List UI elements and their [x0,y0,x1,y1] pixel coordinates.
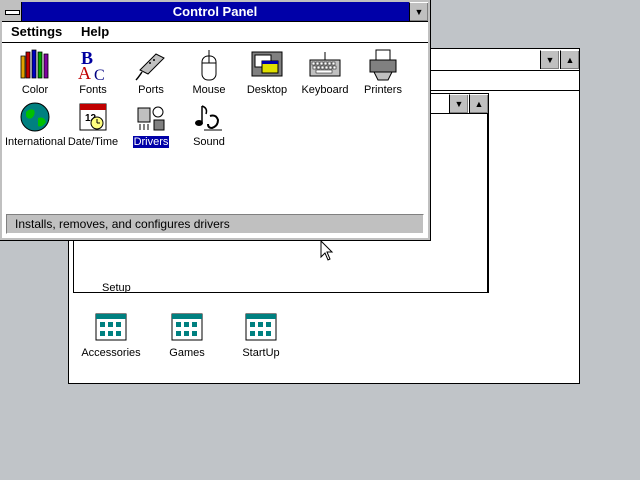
control-panel-window: Control Panel ▼ Settings Help Color B A … [0,0,431,241]
group-icon-startup[interactable]: StartUp [221,313,301,359]
cpl-item-label: Date/Time [67,136,119,148]
cpl-item-ports[interactable]: Ports [120,48,182,96]
minimize-button[interactable]: ▼ [540,50,559,69]
fonts-icon: B A C [78,48,105,82]
keyboard-icon [309,52,341,77]
desktop-icon [251,51,283,77]
cpl-item-datetime[interactable]: 12 Date/Time [62,100,124,148]
cpl-item-color[interactable]: Color [4,48,66,96]
setup-label[interactable]: Setup [102,282,131,293]
cpl-item-label: International [5,136,66,148]
cpl-item-keyboard[interactable]: Keyboard [294,48,356,96]
cpl-item-desktop[interactable]: Desktop [236,48,298,96]
cpl-item-label: Mouse [192,84,226,96]
cpl-item-label: Ports [138,84,164,96]
menu-label: Help [81,24,110,39]
international-icon [20,102,50,132]
cpl-item-international[interactable]: International [4,100,66,148]
cpl-item-label: Fonts [79,84,107,96]
cpl-item-printers[interactable]: Printers [352,48,414,96]
program-group-icon [245,313,277,341]
desktop: { "control_panel": { "title": "Control P… [0,0,640,480]
status-bar: Installs, removes, and configures driver… [6,214,424,234]
sound-icon [195,105,222,131]
control-panel-titlebar[interactable]: Control Panel ▼ [2,2,428,22]
maximize-button[interactable]: ▲ [469,94,488,113]
program-group-icon [95,313,127,341]
window-title: Control Panel [172,4,258,19]
cpl-item-label: Keyboard [301,84,349,96]
datetime-icon: 12 [79,103,107,131]
minimize-button[interactable]: ▼ [409,2,428,21]
status-text: Installs, removes, and configures driver… [15,217,230,231]
ports-icon [135,53,165,81]
printers-icon [369,49,397,81]
menubar: Settings Help [2,22,428,43]
menu-settings[interactable]: Settings [11,24,62,39]
cpl-item-label: Drivers [132,136,170,148]
group-label: Accessories [81,347,141,359]
cpl-item-label: Sound [193,136,225,148]
maximize-button[interactable]: ▲ [560,50,579,69]
mouse-icon [201,50,217,81]
svg-text:C: C [94,67,105,82]
color-icon [20,49,49,79]
cpl-item-label: Desktop [246,84,288,96]
system-menu-button[interactable] [2,2,22,21]
group-icon-games[interactable]: Games [147,313,227,359]
menu-label: Settings [11,24,63,39]
drivers-icon [137,106,165,131]
cpl-item-label: Printers [364,84,402,96]
cpl-item-fonts[interactable]: B A C Fonts [62,48,124,96]
minimize-button[interactable]: ▼ [449,94,468,113]
cpl-item-label: Color [21,84,49,96]
group-label: Games [169,347,205,359]
cpl-item-drivers[interactable]: Drivers [120,100,182,148]
menu-help[interactable]: Help [81,24,109,39]
cpl-item-sound[interactable]: Sound [178,100,240,148]
group-label: StartUp [242,347,280,359]
svg-text:A: A [78,63,91,82]
group-icon-accessories[interactable]: Accessories [71,313,151,359]
cpl-item-mouse[interactable]: Mouse [178,48,240,96]
mouse-cursor-icon [320,240,334,261]
vertical-scroll-edge [487,114,488,292]
program-group-icon [171,313,203,341]
